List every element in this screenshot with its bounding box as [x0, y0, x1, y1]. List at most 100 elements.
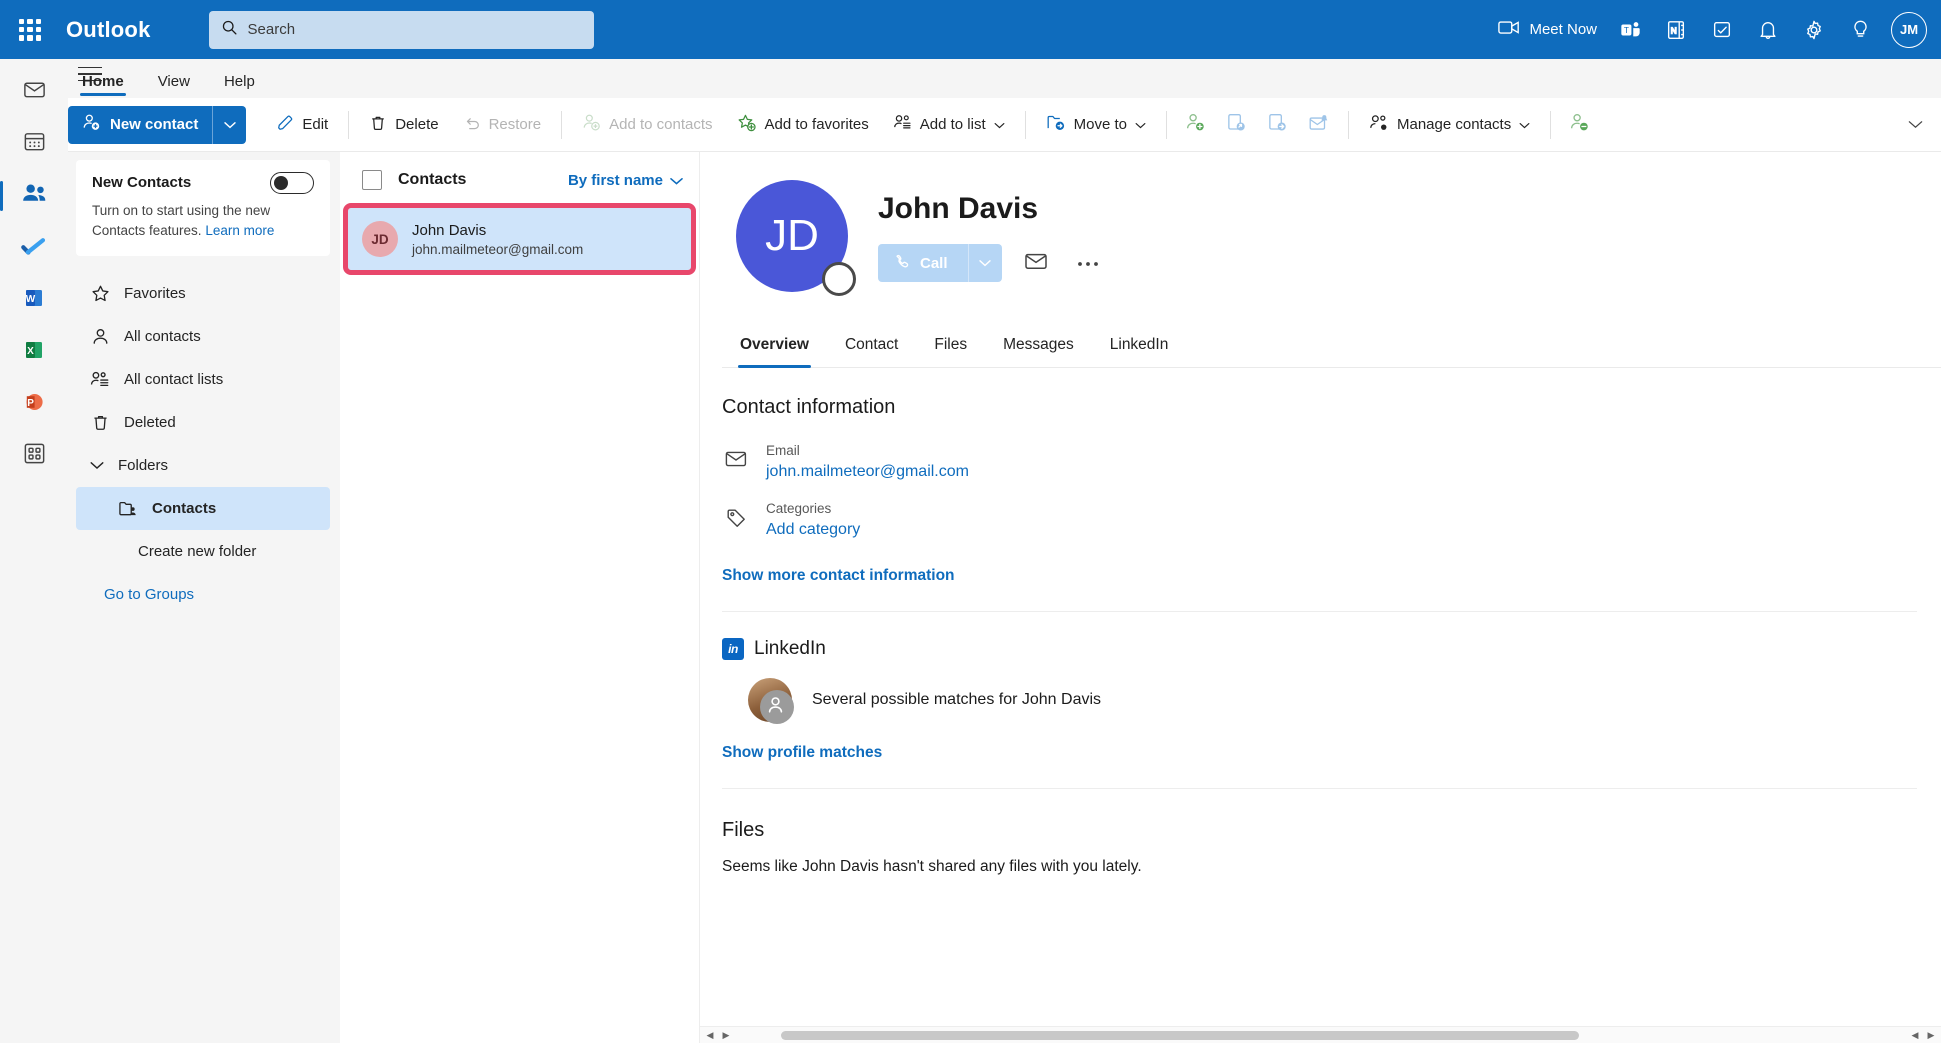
info-value-email[interactable]: john.mailmeteor@gmail.com [766, 463, 969, 481]
rail-item-excel[interactable]: X [8, 327, 60, 377]
app-brand-outlook[interactable]: Outlook [66, 17, 151, 43]
star-icon [90, 284, 110, 303]
new-contact-dropdown[interactable] [212, 105, 247, 144]
search-input[interactable] [247, 21, 582, 38]
folders-label: Folders [118, 457, 169, 475]
tab-messages[interactable]: Messages [985, 326, 1092, 367]
sidebar-item-all-contacts-label: All contacts [124, 328, 201, 346]
meet-now-button[interactable]: Meet Now [1488, 7, 1607, 53]
add-to-contacts-button[interactable]: Add to contacts [570, 106, 724, 144]
sort-by-dropdown[interactable]: By first name [568, 172, 683, 189]
call-button[interactable]: Call [878, 244, 968, 282]
move-to-button[interactable]: Move to [1034, 106, 1158, 144]
rail-item-powerpoint[interactable]: P [8, 379, 60, 429]
more-options-button[interactable] [1070, 245, 1106, 281]
trash-icon [90, 413, 110, 432]
command-bar-overflow-button[interactable] [1900, 98, 1931, 151]
tab-files[interactable]: Files [916, 326, 985, 367]
share-contact-icon-button[interactable] [1216, 106, 1257, 144]
learn-more-link[interactable]: Learn more [205, 223, 274, 238]
forward-contact-icon-button[interactable] [1257, 106, 1298, 144]
contact-detail-pane: JD John Davis Call Overview Contact File… [700, 152, 1941, 1043]
teams-icon[interactable]: T [1607, 7, 1653, 53]
list-item[interactable]: JD John Davis john.mailmeteor@gmail.com [343, 203, 696, 275]
scroll-right-arrow-icon[interactable]: ▶ [718, 1030, 734, 1041]
command-bar: New contact Edit Delete Restore Add to c… [0, 98, 1941, 152]
edit-button[interactable]: Edit [264, 106, 340, 144]
scroll-left-arrow-icon-2[interactable]: ◀ [1907, 1030, 1923, 1041]
call-dropdown[interactable] [967, 244, 1002, 282]
create-new-folder-button[interactable]: Create new folder [76, 530, 330, 573]
detail-horizontal-scrollbar[interactable]: ◀ ▶ ◀ ▶ [700, 1026, 1941, 1043]
ellipsis-icon [1077, 254, 1099, 272]
folders-group-header[interactable]: Folders [76, 444, 330, 487]
tab-linkedin[interactable]: LinkedIn [1092, 326, 1187, 367]
show-profile-matches-wrap: Show profile matches [722, 744, 1941, 762]
contact-detail-scroll: JD John Davis Call Overview Contact File… [700, 152, 1941, 1026]
show-profile-matches-link[interactable]: Show profile matches [722, 744, 882, 762]
sidebar-item-all-contact-lists[interactable]: All contact lists [76, 358, 330, 401]
video-camera-icon [1498, 20, 1520, 39]
rail-item-people[interactable] [0, 171, 60, 221]
chevron-down-icon [994, 116, 1005, 133]
add-to-list-button[interactable]: Add to list [881, 106, 1017, 144]
rail-item-calendar[interactable] [8, 119, 60, 169]
forward-contact-icon [1267, 112, 1288, 137]
add-category-link[interactable]: Add category [766, 521, 860, 539]
info-row-categories: Categories Add category [722, 495, 1941, 553]
contact-detail-headtext: John Davis Call [878, 180, 1106, 282]
add-to-contacts-label: Add to contacts [609, 116, 713, 133]
tab-messages-label: Messages [1003, 336, 1074, 353]
scroll-right-arrow-icon-2[interactable]: ▶ [1923, 1030, 1939, 1041]
add-to-favorites-button[interactable]: Add to favorites [725, 106, 881, 144]
ribbon-tab-home[interactable]: Home [68, 59, 138, 98]
scroll-thumb[interactable] [780, 1030, 1579, 1040]
bell-icon[interactable] [1745, 7, 1791, 53]
linkedin-section-header: in LinkedIn [722, 638, 1941, 660]
scroll-track[interactable] [734, 1030, 1907, 1041]
ribbon-tab-home-label: Home [82, 73, 124, 90]
go-to-groups-link[interactable]: Go to Groups [76, 573, 330, 616]
ribbon-tab-help-label: Help [223, 73, 255, 90]
ribbon-tab-view[interactable]: View [144, 59, 204, 98]
send-email-button[interactable] [1018, 245, 1054, 281]
manage-contacts-button[interactable]: Manage contacts [1357, 106, 1542, 144]
select-all-checkbox[interactable] [362, 170, 382, 190]
show-more-contact-information-link[interactable]: Show more contact information [722, 567, 955, 585]
rail-item-apps[interactable] [8, 431, 60, 481]
gear-icon[interactable] [1791, 7, 1837, 53]
search-container [208, 10, 594, 49]
rail-item-to-do[interactable] [8, 223, 60, 273]
lightbulb-icon[interactable] [1837, 7, 1883, 53]
sidebar-item-deleted[interactable]: Deleted [76, 401, 330, 444]
sidebar-item-favorites[interactable]: Favorites [76, 272, 330, 315]
scroll-left-arrow-icon[interactable]: ◀ [702, 1030, 718, 1041]
new-contact-button[interactable]: New contact [68, 105, 213, 144]
powerpoint-icon: P [22, 390, 46, 419]
rail-item-mail[interactable] [8, 67, 60, 117]
contacts-list-pane: Contacts By first name JD John Davis joh… [340, 152, 700, 1043]
user-avatar[interactable]: JM [1891, 11, 1927, 48]
to-do-icon[interactable] [1699, 7, 1745, 53]
pencil-icon [276, 114, 294, 136]
folder-arrow-icon [1046, 113, 1066, 136]
rail-item-word[interactable]: W [8, 275, 60, 325]
mail-reminder-icon-button[interactable] [1298, 106, 1340, 144]
new-contacts-toggle[interactable] [270, 172, 314, 194]
delete-button[interactable]: Delete [357, 106, 450, 144]
ribbon-tab-help[interactable]: Help [210, 59, 269, 98]
sidebar-item-contacts-folder[interactable]: Contacts [76, 487, 330, 531]
tab-overview[interactable]: Overview [722, 326, 827, 368]
tab-contact[interactable]: Contact [827, 326, 916, 367]
files-empty-text: Seems like John Davis hasn't shared any … [722, 858, 1142, 875]
app-launcher-icon[interactable] [6, 6, 54, 54]
remove-person-icon-button[interactable] [1559, 106, 1600, 144]
calendar-icon [22, 129, 47, 159]
sidebar-item-all-contacts[interactable]: All contacts [76, 315, 330, 358]
add-to-favorites-label: Add to favorites [764, 116, 869, 133]
add-person-icon-button[interactable] [1175, 106, 1216, 144]
call-label: Call [920, 254, 948, 272]
restore-button[interactable]: Restore [451, 106, 554, 144]
onenote-icon[interactable]: N [1653, 7, 1699, 53]
search-box[interactable] [208, 10, 594, 49]
